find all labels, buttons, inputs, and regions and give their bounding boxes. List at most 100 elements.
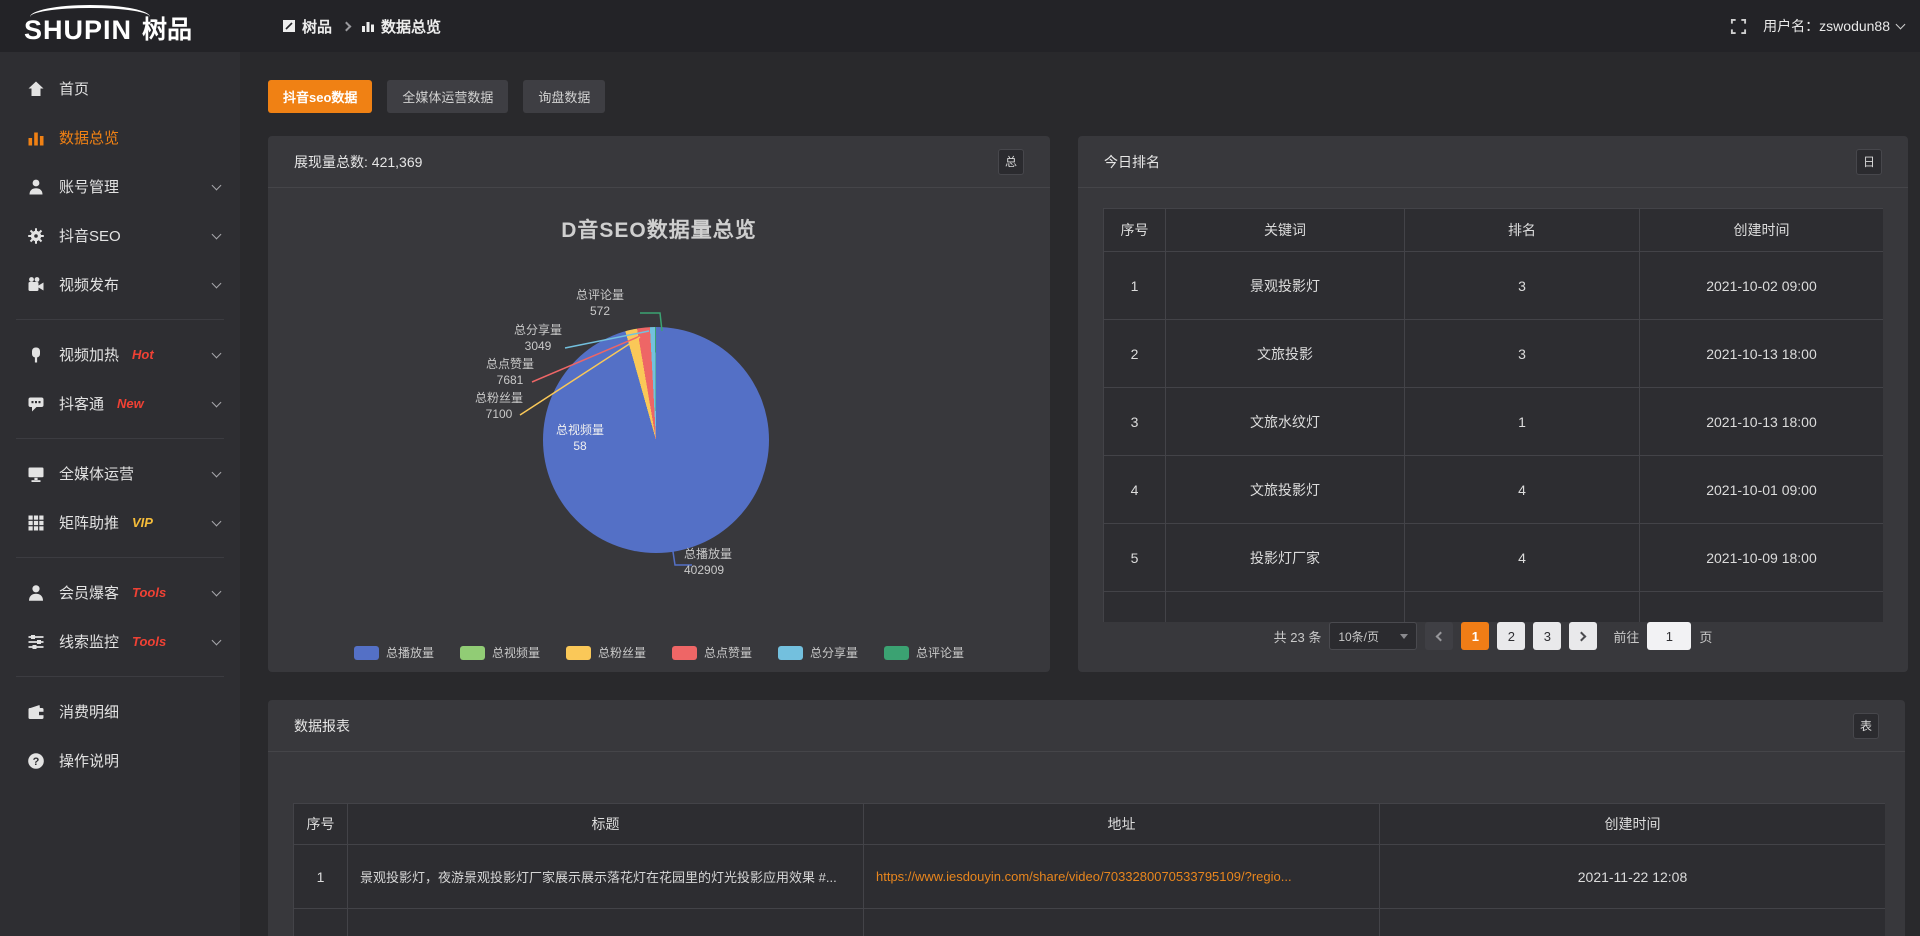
bar-chart-icon [361,19,375,33]
tab-2[interactable]: 全媒体运营数据 [387,80,508,113]
ranking-header-row: 序号关键词排名创建时间 [1104,209,1884,252]
logo-arc-decoration [30,5,150,17]
table-cell: 文旅投影灯 [1166,456,1405,524]
brand-logo-cjk: 树品 [142,17,192,45]
table-cell: 4 [1405,524,1640,592]
chevron-down-icon [1896,20,1906,30]
legend-item[interactable]: 总点赞量 [672,644,752,661]
sidebar-item-member-burst[interactable]: 会员爆客Tools [0,568,240,617]
sidebar-item-label: 线索监控 [59,631,119,652]
callout-total-fans: 总粉丝量7100 [451,390,547,422]
total-view-button[interactable]: 总 [998,149,1024,175]
next-page-button[interactable] [1569,622,1597,650]
report-panel-header: 数据报表 表 [268,700,1905,752]
sidebar-divider [16,319,224,320]
tab-3[interactable]: 询盘数据 [523,80,605,113]
report-panel-title: 数据报表 [294,716,350,736]
sidebar-item-label: 抖音SEO [59,225,121,246]
sidebar: 首页数据总览账号管理抖音SEO 视频发布视频加热Hot抖客通New 全媒体运营矩阵助… [0,52,240,936]
page-button-1[interactable]: 1 [1461,622,1489,650]
sidebar-item-label: 会员爆客 [59,582,119,603]
user-icon [26,177,46,197]
table-cell [1104,592,1166,623]
video-url-link[interactable]: https://www.iesdouyin.com/share/video/70… [876,869,1292,884]
brand-logo[interactable]: SHUPIN 树品 [24,5,192,44]
sidebar-item-instructions[interactable]: ?操作说明 [0,736,240,785]
sidebar-item-matrix-boost[interactable]: 矩阵助推VIP [0,498,240,547]
sidebar-item-video-publish[interactable]: 视频发布 [0,260,240,309]
fullscreen-icon[interactable] [1730,18,1747,35]
tab-1[interactable]: 抖音seo数据 [268,80,372,113]
table-cell [1405,592,1640,623]
breadcrumb-root[interactable]: 树品 [282,16,332,37]
pie-chart-title: D音SEO数据量总览 [268,214,1050,244]
pagination: 共 23 条10条/页123前往页 [1078,622,1908,650]
chevron-down-icon [212,229,222,239]
chevron-down-icon [212,467,222,477]
table-cell: 5 [1104,524,1166,592]
goto-unit-label: 页 [1699,627,1712,646]
chevron-down-icon [212,586,222,596]
sidebar-item-home[interactable]: 首页 [0,64,240,113]
impressions-total-label: 展现量总数: 421,369 [294,152,422,172]
legend-item[interactable]: 总粉丝量 [566,644,646,661]
gear-icon [26,226,46,246]
legend-label: 总粉丝量 [598,644,646,661]
created-cell: 2021-11-22 12:08 [1380,845,1886,909]
page-button-2[interactable]: 2 [1497,622,1525,650]
sliders-icon [26,632,46,652]
sidebar-item-label: 全媒体运营 [59,463,134,484]
table-cell: 2021-10-09 18:00 [1640,524,1884,592]
legend-item[interactable]: 总播放量 [354,644,434,661]
app-root: SHUPIN 树品 树品 数据总览 [0,0,1920,936]
chart-icon [26,128,46,148]
sidebar-item-douyin-seo[interactable]: 抖音SEO [0,211,240,260]
table-cell: 投影灯厂家 [1166,524,1405,592]
sidebar-item-douketong[interactable]: 抖客通New [0,379,240,428]
breadcrumb-current[interactable]: 数据总览 [361,16,441,37]
callout-total-comments: 总评论量572 [552,287,648,319]
table-view-button[interactable]: 表 [1853,713,1879,739]
table-cell [1640,592,1884,623]
table-row: 5投影灯厂家42021-10-09 18:00 [1104,524,1884,592]
ranking-column-header: 创建时间 [1640,209,1884,252]
sidebar-item-label: 抖客通 [59,393,104,414]
sidebar-item-clue-monitor[interactable]: 线索监控 Tools [0,617,240,666]
breadcrumb: 树品 数据总览 [282,0,441,52]
legend-item[interactable]: 总分享量 [778,644,858,661]
report-column-header: 地址 [864,804,1380,845]
sidebar-item-label: 视频加热 [59,344,119,365]
sidebar-item-video-heat[interactable]: 视频加热Hot [0,330,240,379]
monitor-icon [26,464,46,484]
chevron-down-icon [212,278,222,288]
prev-page-button[interactable] [1425,622,1453,650]
chart-legend: 总播放量 总视频量 总粉丝量 总点赞量 总分享量 总评论量 [268,644,1050,661]
ranking-table: 序号关键词排名创建时间1景观投影灯32021-10-02 09:002文旅投影3… [1103,208,1883,622]
legend-item[interactable]: 总评论量 [884,644,964,661]
page-button-3[interactable]: 3 [1533,622,1561,650]
daily-view-button[interactable]: 日 [1856,149,1882,175]
pagination-total: 共 23 条 [1274,627,1322,646]
callout-total-likes: 总点赞量7681 [462,356,558,388]
sidebar-item-data-overview[interactable]: 数据总览 [0,113,240,162]
user-menu[interactable]: 用户名：zswodun88 [1763,16,1904,36]
legend-item[interactable]: 总视频量 [460,644,540,661]
page-size-select[interactable]: 10条/页 [1329,622,1417,650]
sidebar-item-account-management[interactable]: 账号管理 [0,162,240,211]
chevron-right-icon [1577,631,1587,641]
table-cell: 2021-10-13 18:00 [1640,388,1884,456]
sidebar-item-label: 消费明细 [59,701,119,722]
table-cell: 文旅投影 [1166,320,1405,388]
report-column-header: 创建时间 [1380,804,1886,845]
ranking-column-header: 排名 [1405,209,1640,252]
table-cell: 2 [1104,320,1166,388]
title-cell: 景观投影灯，夜游景观投影灯厂家展示展示落花灯在花园里的灯光投影应用效果 #... [348,845,864,909]
sidebar-item-consumption-detail[interactable]: 消费明细 [0,687,240,736]
table-row [1104,592,1884,623]
sidebar-item-media-operation[interactable]: 全媒体运营 [0,449,240,498]
sidebar-item-badge: Tools [132,634,166,649]
goto-page-input[interactable] [1647,622,1691,650]
table-cell: 1 [1405,388,1640,456]
legend-swatch [884,646,909,660]
report-column-header: 标题 [348,804,864,845]
